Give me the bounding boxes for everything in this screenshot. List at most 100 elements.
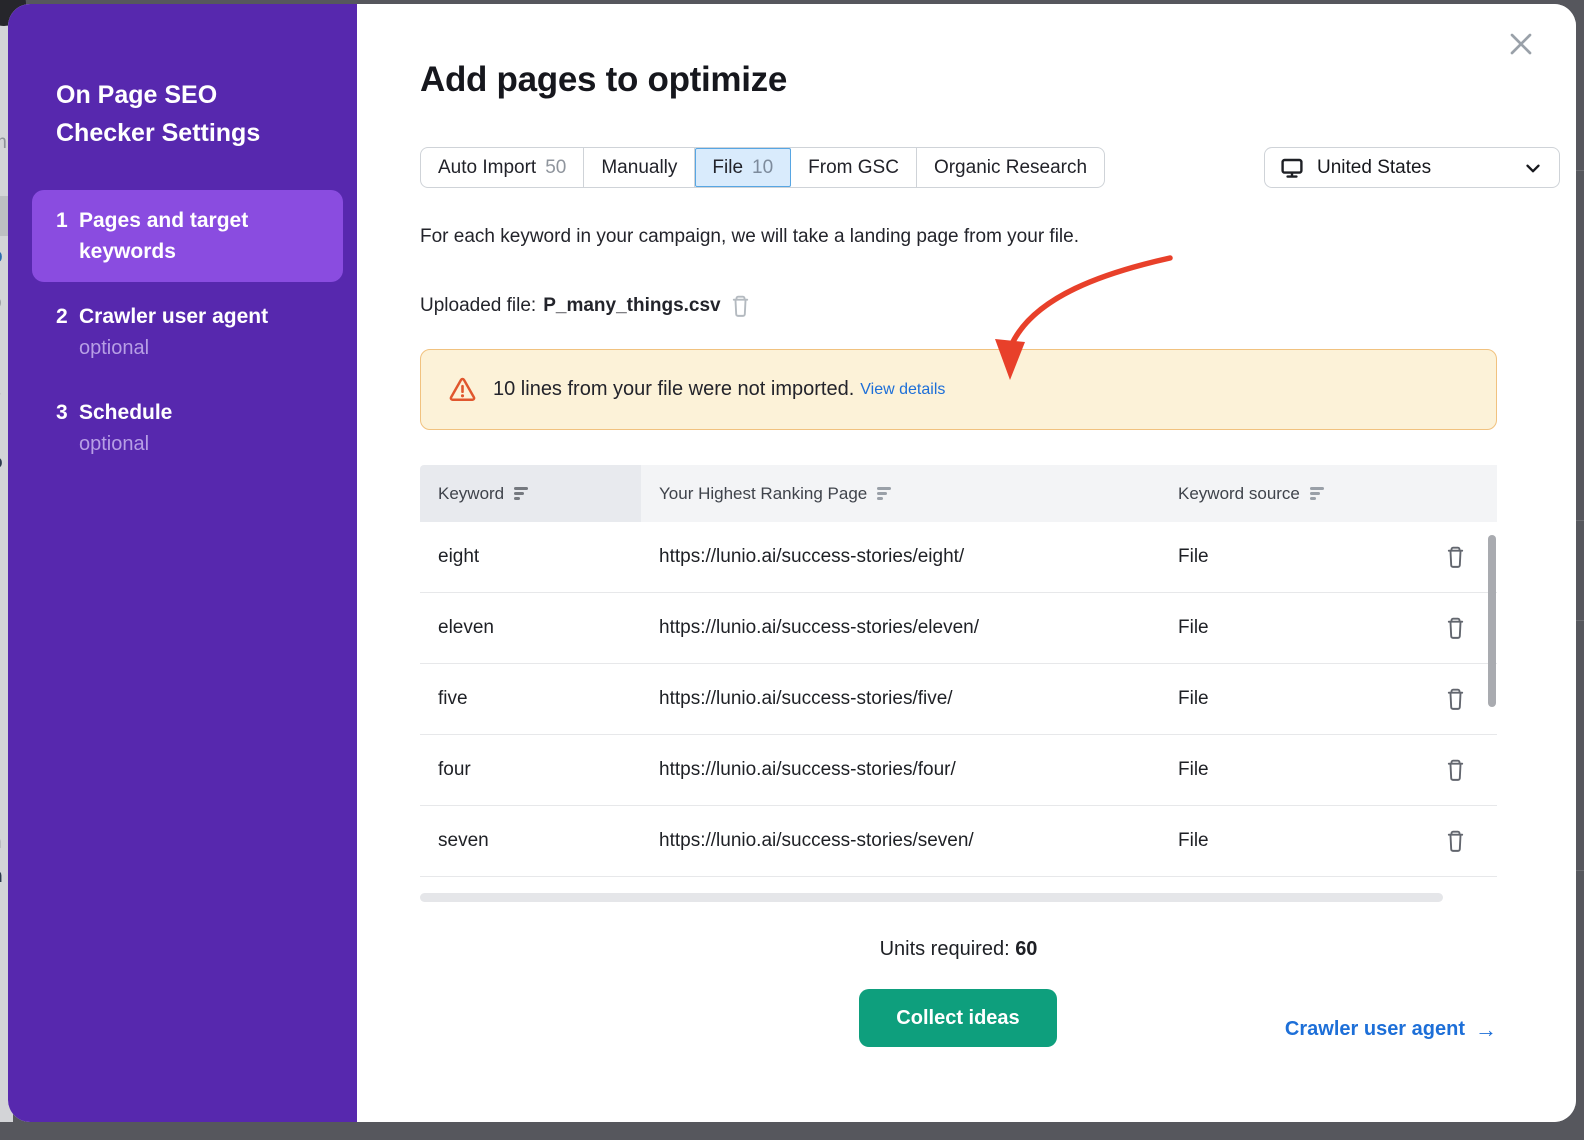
sort-icon[interactable] [877,485,891,502]
units-required-label: Units required: [880,938,1010,960]
view-details-link[interactable]: View details [860,381,945,399]
tab-count: 10 [752,157,773,179]
settings-modal: On Page SEO Checker Settings 1 Pages and… [8,4,1576,1122]
page-url-cell: https://lunio.ai/success-stories/seven/ [641,830,1160,852]
warning-triangle-icon [449,377,476,402]
settings-sidebar: On Page SEO Checker Settings 1 Pages and… [8,4,357,1122]
table-vertical-scrollbar[interactable] [1488,535,1496,707]
background-text-fragment: o [0,452,3,474]
source-cell: File [1160,617,1413,639]
source-cell: File [1160,759,1413,781]
keyword-cell: five [420,688,641,710]
source-tabs: Auto Import50 Manually File10 From GSC O… [420,147,1105,188]
tab-row: Auto Import50 Manually File10 From GSC O… [420,147,1560,188]
column-header-source[interactable]: Keyword source [1160,465,1413,522]
delete-row-button[interactable] [1413,545,1497,569]
column-header-page[interactable]: Your Highest Ranking Page [641,465,1160,522]
source-cell: File [1160,830,1413,852]
table-header-row: Keyword Your Highest Ranking Page Keywor… [420,465,1497,522]
table-row: eleven https://lunio.ai/success-stories/… [420,593,1497,664]
tab-manually[interactable]: Manually [584,148,695,187]
close-button[interactable] [1503,26,1539,62]
tab-from-gsc[interactable]: From GSC [791,148,917,187]
keywords-table: Keyword Your Highest Ranking Page Keywor… [420,465,1497,877]
background-text-fragment: o [0,292,2,314]
keyword-cell: four [420,759,641,781]
modal-main-content: Add pages to optimize Auto Import50 Manu… [357,4,1576,1122]
sort-icon[interactable] [514,485,528,502]
delete-row-button[interactable] [1413,616,1497,640]
page-url-cell: https://lunio.ai/success-stories/five/ [641,688,1160,710]
uploaded-file-prefix: Uploaded file: [420,295,536,317]
page-url-cell: https://lunio.ai/success-stories/eight/ [641,546,1160,568]
delete-row-button[interactable] [1413,829,1497,853]
step-label: Pages and target keywords [79,205,304,267]
step-number: 3 [44,397,79,459]
trash-icon [730,294,751,318]
page-url-cell: https://lunio.ai/success-stories/eleven/ [641,617,1160,639]
step-schedule[interactable]: 3 Schedule optional [32,382,343,474]
column-header-actions [1413,465,1497,522]
trash-icon [1445,616,1466,640]
background-text-fragment: n [0,866,3,888]
step-label: Schedule optional [79,397,304,459]
tab-organic-research[interactable]: Organic Research [917,148,1104,187]
units-required-value: 60 [1015,938,1037,960]
step-number: 1 [44,205,79,267]
monitor-icon [1280,156,1304,180]
step-crawler-user-agent[interactable]: 2 Crawler user agent optional [32,286,343,378]
uploaded-file-line: Uploaded file: P_many_things.csv [420,294,751,318]
trash-icon [1445,758,1466,782]
tab-auto-import[interactable]: Auto Import50 [421,148,584,187]
keyword-cell: seven [420,830,641,852]
table-row: seven https://lunio.ai/success-stories/s… [420,806,1497,877]
units-required-line: Units required: 60 [420,938,1497,961]
uploaded-file-name: P_many_things.csv [543,295,720,317]
background-divider [1576,870,1584,871]
warning-message: 10 lines from your file were not importe… [493,378,854,401]
step-pages-and-keywords[interactable]: 1 Pages and target keywords [32,190,343,282]
trash-icon [1445,687,1466,711]
page-url-cell: https://lunio.ai/success-stories/four/ [641,759,1160,781]
tab-count: 50 [545,157,566,179]
trash-icon [1445,829,1466,853]
delete-row-button[interactable] [1413,687,1497,711]
page-title: Add pages to optimize [420,60,787,100]
background-text-fragment: p [0,246,3,268]
background-text-fragment: m [0,132,7,154]
table-row: eight https://lunio.ai/success-stories/e… [420,522,1497,593]
keyword-cell: eleven [420,617,641,639]
import-warning-banner: 10 lines from your file were not importe… [420,349,1497,430]
background-divider [1576,170,1584,171]
column-header-keyword[interactable]: Keyword [420,465,641,522]
step-label: Crawler user agent optional [79,301,304,363]
background-divider [1576,520,1584,521]
chevron-down-icon [1522,157,1544,179]
step-optional-tag: optional [79,429,304,459]
intro-text: For each keyword in your campaign, we wi… [420,226,1079,248]
keyword-cell: eight [420,546,641,568]
background-text-fragment: n [0,832,2,854]
region-selected-value: United States [1317,157,1431,179]
close-icon [1503,26,1539,62]
source-cell: File [1160,546,1413,568]
remove-file-button[interactable] [730,294,751,318]
source-cell: File [1160,688,1413,710]
region-dropdown[interactable]: United States [1264,147,1560,188]
crawler-user-agent-link[interactable]: Crawler user agent → [1285,1018,1497,1041]
trash-icon [1445,545,1466,569]
background-text-fragment: y [0,388,1,410]
step-optional-tag: optional [79,333,304,363]
table-horizontal-scrollbar[interactable] [420,893,1443,902]
table-row: four https://lunio.ai/success-stories/fo… [420,735,1497,806]
table-row: five https://lunio.ai/success-stories/fi… [420,664,1497,735]
arrow-right-icon: → [1475,1019,1497,1041]
steps-nav: 1 Pages and target keywords 2 Crawler us… [32,190,343,474]
delete-row-button[interactable] [1413,758,1497,782]
sidebar-title: On Page SEO Checker Settings [56,76,286,152]
background-divider [1576,620,1584,621]
collect-ideas-button[interactable]: Collect ideas [859,989,1057,1047]
tab-file[interactable]: File10 [695,148,791,187]
sort-icon[interactable] [1310,485,1324,502]
step-number: 2 [44,301,79,363]
